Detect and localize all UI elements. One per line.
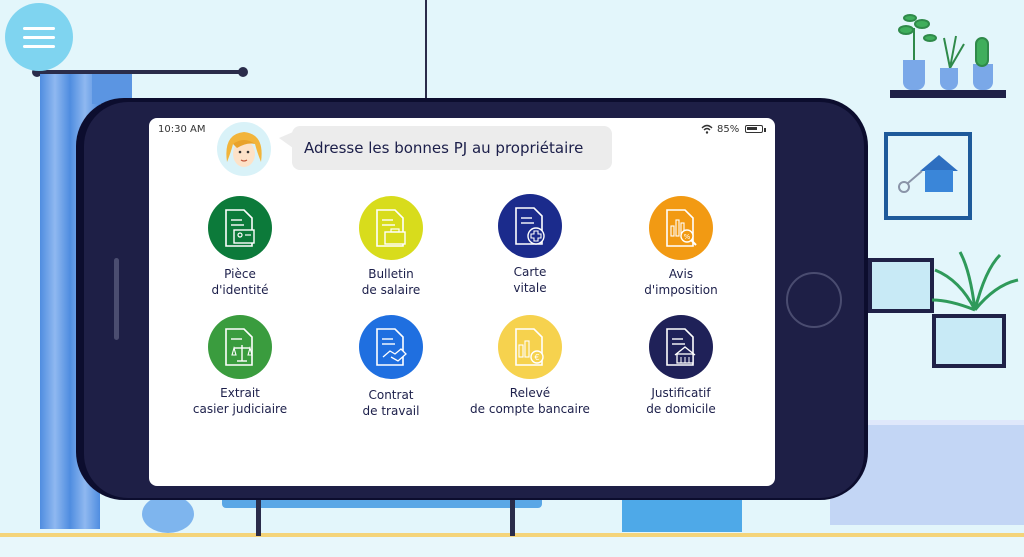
doc-label: Avis d'imposition	[606, 266, 756, 298]
girl-avatar-icon	[226, 132, 262, 167]
doc-tile-justificatif-domicile[interactable]: Justificatif de domicile	[606, 315, 756, 435]
doc-label-line2: vitale	[513, 281, 547, 295]
vase	[142, 495, 194, 533]
doc-circle	[208, 315, 272, 379]
doc-label-line1: Justificatif	[651, 386, 711, 400]
doc-label: Contrat de travail	[316, 387, 466, 419]
menu-button[interactable]	[5, 3, 73, 71]
svg-text:€: €	[534, 353, 539, 362]
plants-icon	[898, 14, 989, 68]
stand-leg	[256, 500, 261, 536]
wall-shelf	[890, 90, 1006, 98]
doc-label-line2: de salaire	[361, 283, 421, 297]
doc-label: Carte vitale	[455, 264, 605, 296]
doc-label: Extrait casier judiciaire	[165, 385, 315, 417]
plant-pot	[940, 68, 958, 90]
floor	[0, 537, 1024, 557]
rod-end	[238, 67, 248, 77]
doc-label-line2: d'identité	[211, 283, 269, 297]
doc-label: Pièce d'identité	[165, 266, 315, 298]
assistant-avatar	[217, 122, 271, 176]
doc-tile-releve-bancaire[interactable]: € Relevé de compte bancaire	[455, 315, 605, 435]
handshake-icon	[376, 328, 407, 366]
doc-tile-bulletin-salaire[interactable]: Bulletin de salaire	[316, 196, 466, 316]
doc-label-line1: Bulletin	[368, 267, 414, 281]
tax-percent-icon: %	[666, 209, 697, 247]
keys-icon	[898, 170, 923, 193]
doc-circle	[359, 196, 423, 260]
lamp-cord	[425, 0, 427, 104]
doc-label: Justificatif de domicile	[606, 385, 756, 417]
justice-scale-icon	[225, 328, 253, 366]
speech-bubble: Adresse les bonnes PJ au propriétaire	[292, 126, 612, 170]
speech-bubble-tail	[279, 132, 293, 148]
doc-circle	[208, 196, 272, 260]
hanging-plant-icon	[931, 251, 1019, 312]
doc-label-line1: Contrat	[368, 388, 414, 402]
bank-euro-icon: €	[515, 328, 544, 366]
doc-circle	[649, 315, 713, 379]
frame-house-icon	[925, 170, 953, 192]
phone-home-button[interactable]	[786, 272, 842, 328]
menu-icon-bar	[23, 27, 55, 30]
briefcase-document-icon	[376, 209, 406, 247]
doc-tile-avis-imposition[interactable]: % Avis d'imposition	[606, 196, 756, 316]
doc-tile-piece-identite[interactable]: Pièce d'identité	[165, 196, 315, 316]
doc-label-line2: de domicile	[646, 402, 716, 416]
health-cross-icon	[515, 207, 545, 245]
doc-label-line1: Pièce	[224, 267, 256, 281]
menu-icon-bar	[23, 45, 55, 48]
doc-circle: %	[649, 196, 713, 260]
doc-circle	[498, 194, 562, 258]
doc-label-line2: de compte bancaire	[470, 402, 590, 416]
instruction-text: Adresse les bonnes PJ au propriétaire	[304, 139, 584, 157]
doc-circle	[359, 315, 423, 379]
doc-label: Bulletin de salaire	[316, 266, 466, 298]
doc-label-line1: Avis	[668, 267, 694, 281]
status-battery-level: 85%	[717, 124, 740, 135]
doc-tile-contrat-travail[interactable]: Contrat de travail	[316, 315, 466, 435]
doc-label: Relevé de compte bancaire	[455, 385, 605, 417]
doc-label-line1: Extrait	[220, 386, 260, 400]
stand-leg	[510, 500, 515, 536]
id-card-icon	[225, 209, 255, 247]
battery-tip	[764, 128, 766, 132]
house-document-icon	[666, 328, 696, 366]
doc-label-line1: Carte	[513, 265, 547, 279]
wifi-icon	[701, 124, 713, 134]
phone-side-button	[114, 258, 119, 340]
doc-label-line2: casier judiciaire	[192, 402, 288, 416]
bookshelf	[868, 258, 934, 313]
phone-screen: 10:30 AM 85% Adresse les bonnes PJ au pr…	[149, 118, 775, 486]
doc-label-line2: d'imposition	[644, 283, 718, 297]
battery-icon	[745, 125, 763, 133]
bookshelf	[932, 314, 1006, 368]
menu-icon-bar	[23, 36, 55, 39]
doc-tile-carte-vitale[interactable]: Carte vitale	[455, 194, 605, 314]
svg-text:%: %	[684, 233, 691, 241]
doc-label-line1: Relevé	[509, 386, 551, 400]
doc-circle: €	[498, 315, 562, 379]
doc-label-line2: de travail	[362, 404, 420, 418]
doc-tile-extrait-casier[interactable]: Extrait casier judiciaire	[165, 315, 315, 435]
status-time: 10:30 AM	[158, 124, 206, 135]
